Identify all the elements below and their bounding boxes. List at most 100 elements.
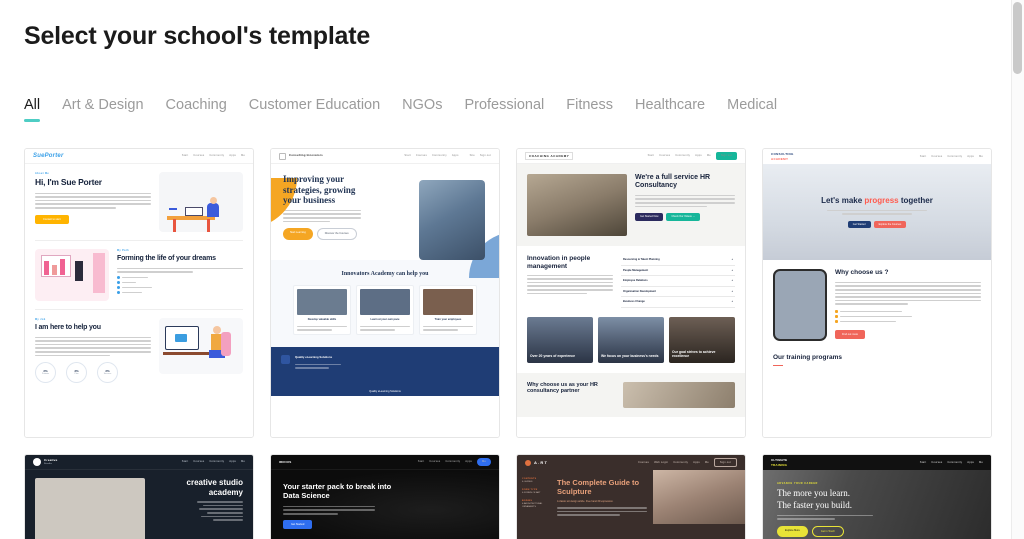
preview-logo: Consulting Innovators [289, 153, 323, 158]
heading-part-2: together [898, 195, 933, 205]
tile-title: Our goal strives to achieve excellence [672, 349, 716, 358]
preview-body-lines [527, 274, 613, 295]
template-card-art-sculpture[interactable]: A.RT Courses Web Login Community Apps Me… [516, 454, 746, 539]
feature-title: Learn at your own pace [370, 318, 400, 322]
list-item [835, 309, 981, 313]
preview-primary-button: Get Started Now [635, 213, 664, 221]
nav-link: Me [704, 460, 709, 464]
nav-link: Apps [967, 154, 974, 158]
scrollbar-thumb[interactable] [1013, 2, 1022, 74]
page-scrollbar[interactable] [1011, 0, 1024, 539]
preview-navlinks: Start Courses Community Apps Me Sign out [648, 152, 737, 160]
plus-icon: + [731, 300, 733, 303]
preview-navbar: Creative Studio Start Courses Community … [25, 455, 253, 470]
tab-coaching[interactable]: Coaching [166, 97, 227, 122]
nav-link: Community [675, 154, 691, 158]
tab-professional[interactable]: Professional [464, 97, 544, 122]
preview-bullet-list [117, 275, 243, 294]
preview-sidebar: CONTENTS & GUIDES FORM TYPE & FORMS OF A… [517, 470, 551, 524]
nav-link: Community [673, 460, 689, 464]
nav-link: Web Login [654, 460, 669, 464]
preview-tiles: Over 20 years of experience We focus on … [517, 316, 745, 373]
template-card-sue-porter[interactable]: SuePorter Start Courses Community Apps M… [24, 148, 254, 438]
template-preview: IRIDIUS Start Courses Community Apps Me … [271, 455, 499, 539]
stat-label: Success [103, 373, 112, 376]
nav-link: Courses [931, 154, 943, 158]
preview-section-2: Innovation in people management Resourci… [517, 246, 745, 317]
preview-heading: Hi, I'm Sue Porter [35, 177, 102, 188]
nav-link: Apps [229, 460, 236, 464]
preview-logo-line2: ACADEMY [771, 156, 789, 161]
tab-art-and-design[interactable]: Art & Design [62, 97, 143, 122]
preview-section-3: My Job I am here to help you 2% Patients [25, 310, 253, 391]
nav-link: Community [947, 460, 963, 464]
preview-heading: Your starter pack to break into Data Sci… [283, 482, 392, 501]
preview-cta-group: Get Started Explore the Courses [847, 220, 907, 229]
preview-navlinks: Start Courses Community Apps Me [920, 155, 983, 159]
preview-logo: ULTIMATE TRAINING [771, 458, 787, 466]
accordion-item: Employee Relations + [621, 276, 735, 287]
preview-heading: Let's make progress together [821, 196, 933, 206]
preview-illustration [159, 318, 243, 374]
template-card-consulting-academy[interactable]: CONSULTING ACADEMY Start Courses Communi… [762, 148, 992, 438]
nav-link: Courses [193, 154, 205, 158]
preview-eyebrow: About Me [35, 172, 50, 175]
template-preview: Creative Studio Start Courses Community … [25, 455, 253, 539]
tab-ngos[interactable]: NGOs [402, 97, 442, 122]
preview-why-section: Why choose us as your HR consultancy par… [517, 372, 745, 417]
preview-footer: Quality eLearning Solutions [271, 346, 499, 387]
preview-body-lines [283, 505, 375, 515]
preview-section-heading: Why choose us as your HR consultancy par… [527, 381, 598, 395]
template-preview: ULTIMATE TRAINING Start Courses Communit… [763, 455, 991, 539]
list-item [117, 290, 243, 294]
nav-link: Courses [415, 154, 427, 158]
preview-logo-line2: Studio [44, 462, 53, 465]
tab-medical[interactable]: Medical [727, 97, 777, 122]
template-preview: Consulting Innovators Start Courses Comm… [271, 149, 499, 437]
sidebar-text: & GUIDES [522, 480, 533, 483]
preview-feature-cards: Develop valuable skills Learn at your ow… [281, 285, 489, 335]
nav-link: Start [919, 154, 927, 158]
preview-secondary-button: Explore the Courses [873, 220, 907, 229]
sidebar-text: & ARCHITECTURAL ORNAMENTS [522, 502, 543, 508]
preview-illustration [35, 249, 109, 301]
feature-body-lines [360, 325, 410, 331]
preview-heading: The Complete Guide to Sculpture [557, 478, 640, 497]
template-card-ultimate-training[interactable]: ULTIMATE TRAINING Start Courses Communit… [762, 454, 992, 539]
heading-highlight: progress [864, 195, 899, 205]
list-item [835, 319, 981, 323]
preview-photo [527, 174, 627, 236]
preview-cta-button: Find out more [835, 329, 866, 340]
preview-signout-button: Sign out [713, 457, 737, 468]
preview-body-lines [777, 514, 873, 521]
nav-link: Courses [193, 460, 205, 464]
template-card-creative-studio[interactable]: Creative Studio Start Courses Community … [24, 454, 254, 539]
nav-link: Start [647, 154, 655, 158]
preview-hero: About Me Hi, I'm Sue Porter Contact to s… [25, 164, 253, 240]
preview-logo: Creative Studio [44, 458, 57, 465]
nav-link: Apps [451, 154, 459, 158]
template-card-consulting-innovators[interactable]: Consulting Innovators Start Courses Comm… [270, 148, 500, 438]
template-preview: SuePorter Start Courses Community Apps M… [25, 149, 253, 437]
tab-fitness[interactable]: Fitness [566, 97, 613, 122]
preview-check-list [835, 309, 981, 323]
tab-healthcare[interactable]: Healthcare [635, 97, 705, 122]
preview-body-lines [635, 194, 735, 208]
preview-primary-button: Get Started [847, 220, 871, 229]
tab-customer-education[interactable]: Customer Education [249, 97, 380, 122]
plus-icon: + [731, 258, 733, 261]
nav-link: Community [431, 154, 447, 158]
page-title: Select your school's template [24, 22, 371, 50]
preview-hero: creative studio academy [25, 470, 253, 539]
nav-link: Apps [695, 154, 702, 158]
nav-link: Community [209, 460, 225, 464]
nav-link: Courses [659, 154, 671, 158]
feature-title: Develop valuable skills [307, 318, 337, 322]
accordion-label: Business Change [623, 300, 645, 303]
tab-all[interactable]: All [24, 97, 41, 122]
template-card-data-science[interactable]: IRIDIUS Start Courses Community Apps Me … [270, 454, 500, 539]
feature-card: Train your employees [419, 285, 477, 335]
nav-link: Apps [465, 460, 472, 464]
template-card-hr-consultancy[interactable]: COACHING ACADEMY Start Courses Community… [516, 148, 746, 438]
accordion-label: People Management [623, 268, 649, 272]
